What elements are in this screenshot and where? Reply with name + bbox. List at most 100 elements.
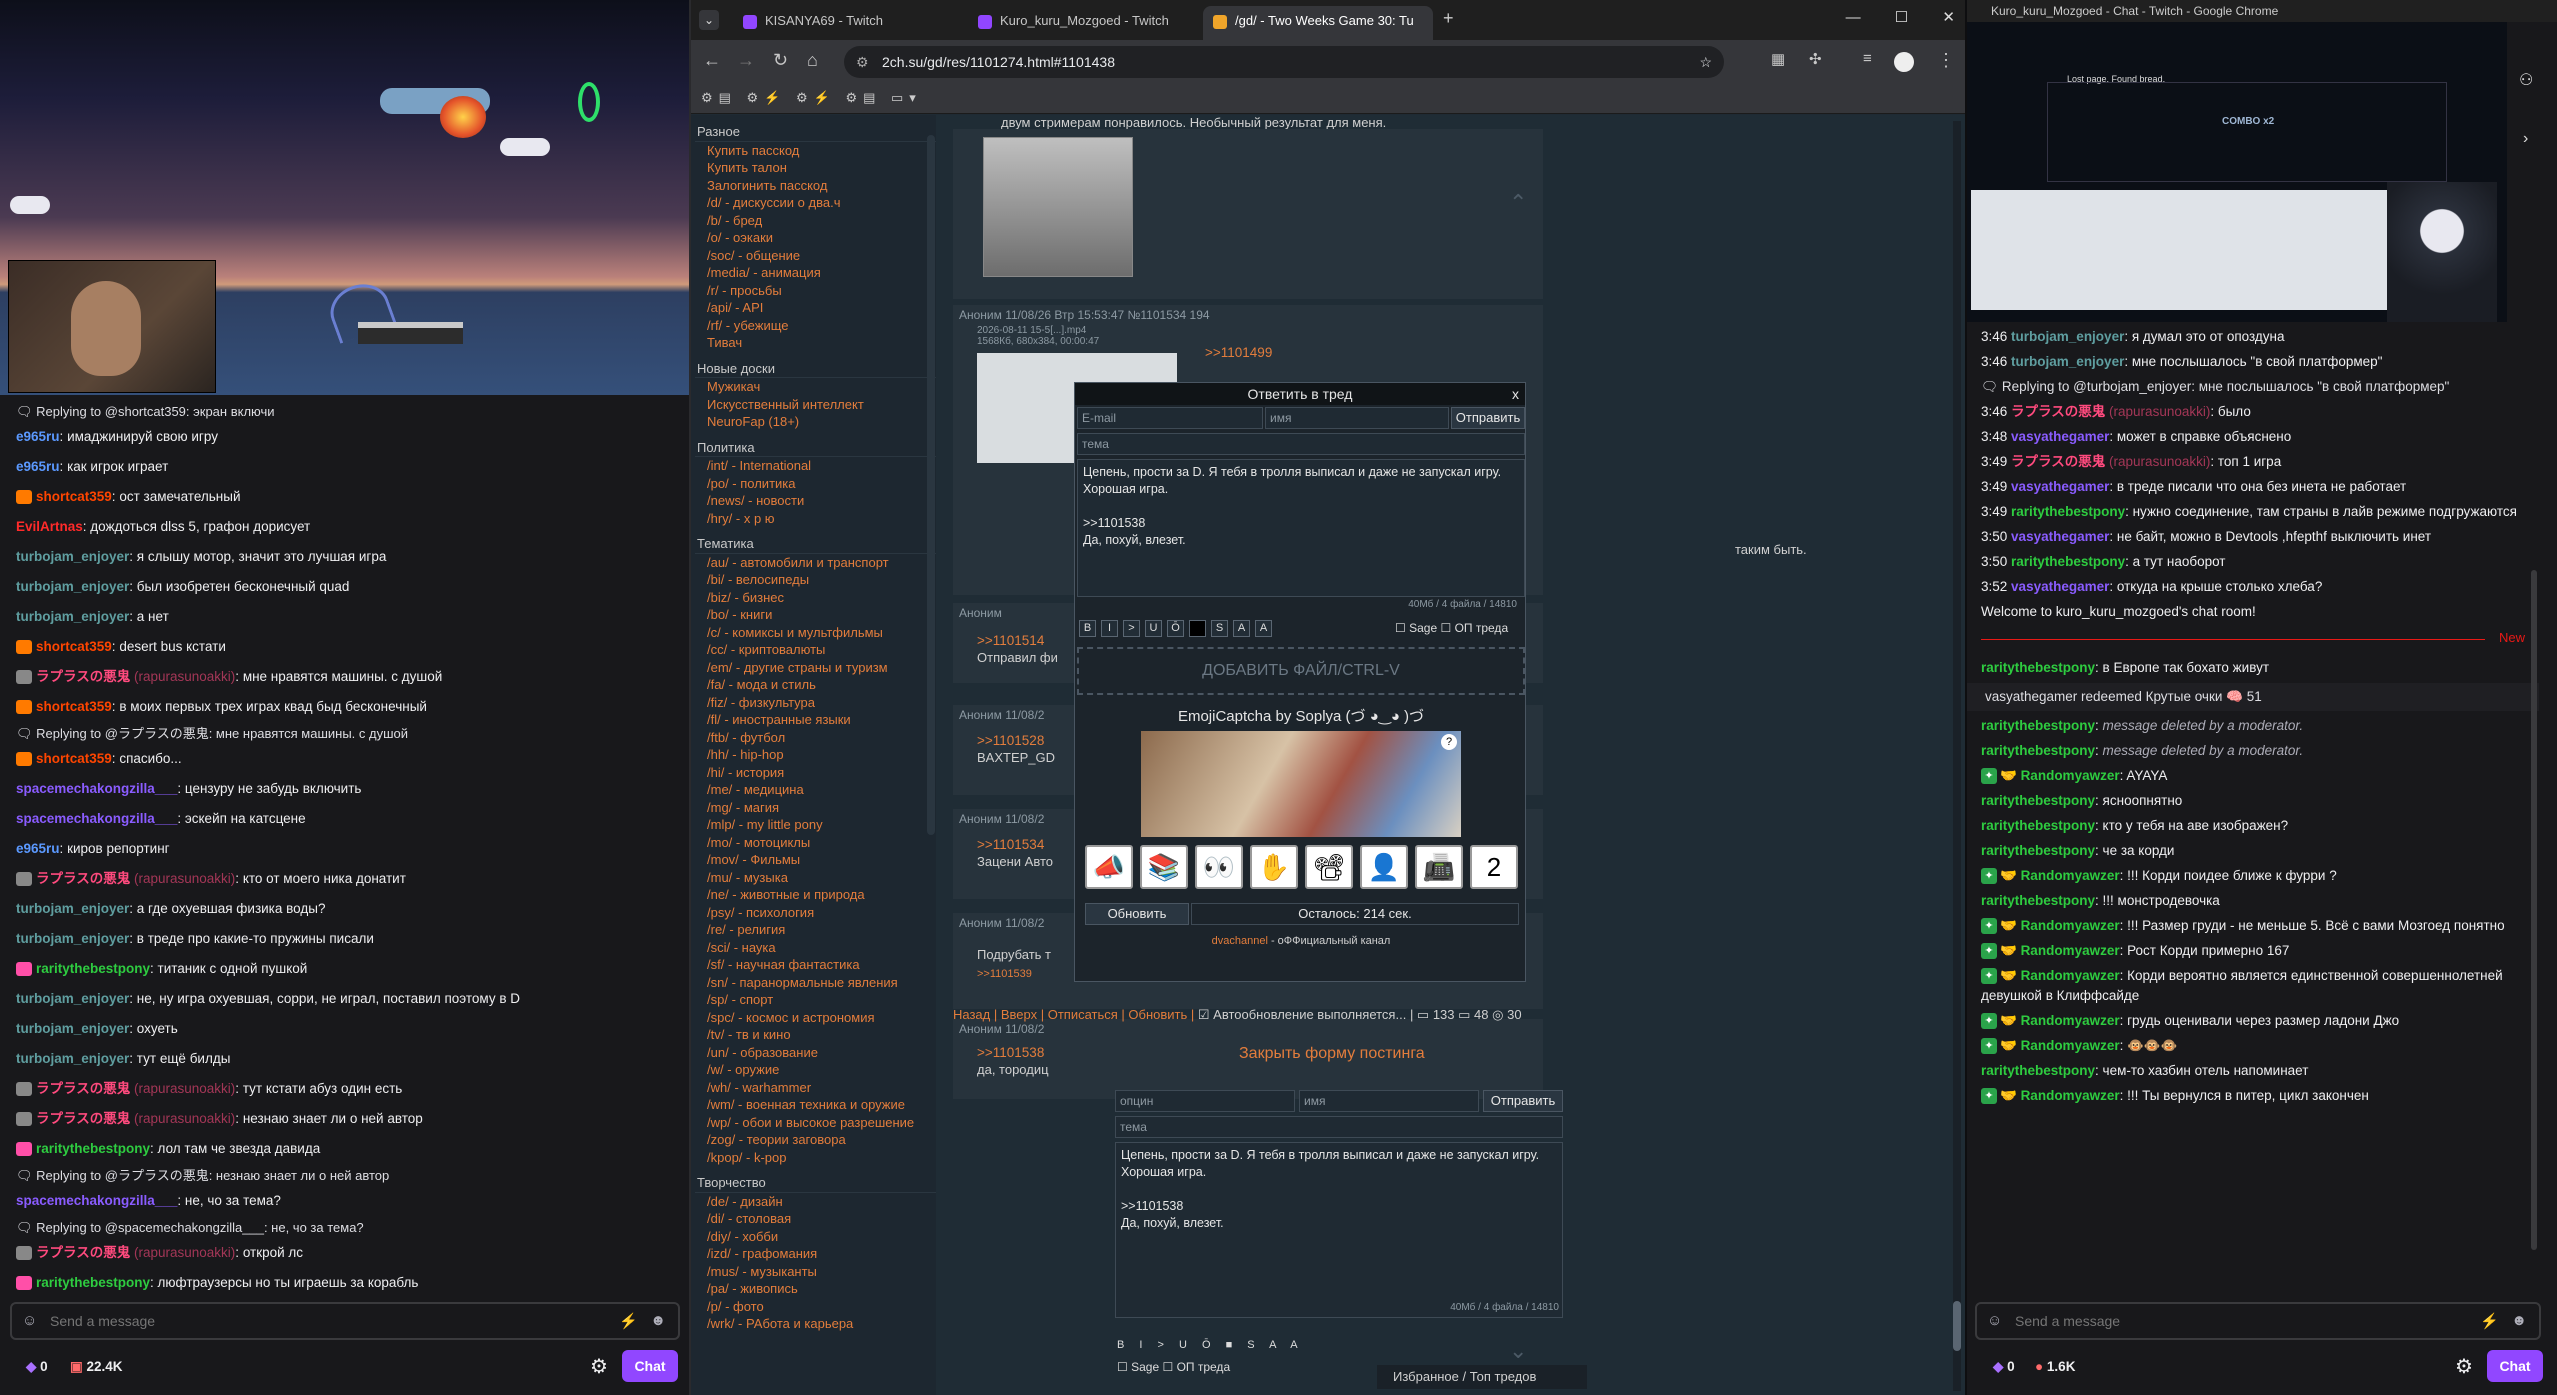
bottom-email-field[interactable]: опцин xyxy=(1115,1090,1295,1112)
chat-username[interactable]: shortcat359 xyxy=(36,639,112,654)
board-link[interactable]: /news/ - новости xyxy=(695,492,936,510)
op-checkbox[interactable]: ОП треда xyxy=(1455,621,1509,635)
chat-username[interactable]: e965ru xyxy=(16,841,60,856)
chat-username[interactable]: turbojam_enjoyer xyxy=(16,901,129,916)
board-link[interactable]: /wh/ - warhammer xyxy=(695,1079,936,1097)
board-link[interactable]: Залогинить пасскод xyxy=(695,177,936,195)
reply-context[interactable]: 🗨 Replying to @ラプラスの悪鬼: незнаю знает ли … xyxy=(0,1164,689,1186)
chat-username[interactable]: turbojam_enjoyer xyxy=(16,609,129,624)
chat-username[interactable]: Randomyawzer xyxy=(2021,868,2120,883)
board-link[interactable]: /wrk/ - РАбота и карьера xyxy=(695,1315,936,1333)
board-link[interactable]: /d/ - дискуссии о два.ч xyxy=(695,194,936,212)
close-form-link[interactable]: Закрыть форму постинга xyxy=(1239,1045,1425,1063)
chat-username[interactable]: raritythebestpony xyxy=(1981,843,2095,858)
users-icon[interactable]: ⚇ xyxy=(2519,70,2533,90)
auto-refresh-checkbox[interactable]: ☑ xyxy=(1198,1007,1213,1022)
board-link[interactable]: /fiz/ - физкультура xyxy=(695,694,936,712)
chat-input-box[interactable]: ☺ ⚡ ☻ xyxy=(10,1302,680,1340)
board-link[interactable]: /wm/ - военная техника и оружие xyxy=(695,1096,936,1114)
emote-picker-icon[interactable]: ☺ xyxy=(1987,1312,2002,1329)
bits-icon[interactable]: ⚡ xyxy=(619,1312,638,1330)
scroll-thumb[interactable] xyxy=(1953,1301,1961,1351)
scroll-up-icon[interactable]: ⌃ xyxy=(1509,190,1527,216)
chat-username[interactable]: turbojam_enjoyer xyxy=(16,549,129,564)
dvachannel-link[interactable]: dvachannel xyxy=(1212,935,1268,947)
board-link[interactable]: /sn/ - паранормальные явления xyxy=(695,974,936,992)
chat-username[interactable]: ラプラスの悪鬼 xyxy=(36,669,130,684)
sup-button[interactable]: A xyxy=(1233,620,1250,637)
chat-username[interactable]: raritythebestpony xyxy=(36,961,150,976)
chat-username[interactable]: e965ru xyxy=(16,459,60,474)
nav-refresh-link[interactable]: Обновить xyxy=(1128,1007,1187,1022)
gear-icon[interactable]: ⚙ xyxy=(2455,1354,2473,1379)
chat-input[interactable] xyxy=(50,1313,610,1329)
overline-button[interactable]: Ō xyxy=(1167,620,1184,637)
board-link[interactable]: /zog/ - теории заговора xyxy=(695,1131,936,1149)
post-image[interactable] xyxy=(983,137,1133,277)
address-bar[interactable]: ⚙ 2ch.su/gd/res/1101274.html#1101438 ☆ xyxy=(844,46,1724,78)
chat-username[interactable]: turbojam_enjoyer xyxy=(16,1051,129,1066)
emoji-icon[interactable]: ☻ xyxy=(650,1312,666,1329)
board-scrollbar[interactable] xyxy=(927,135,935,835)
italic-button[interactable]: I xyxy=(1101,620,1118,637)
help-icon[interactable]: ? xyxy=(1441,734,1457,750)
chat-input-box[interactable]: ☺ ⚡ ☻ xyxy=(1975,1302,2541,1340)
profile-avatar[interactable] xyxy=(1894,52,1914,72)
captcha-emoji-button[interactable]: ✋ xyxy=(1250,845,1298,889)
chat-username[interactable]: raritythebestpony xyxy=(2011,554,2125,569)
board-link[interactable]: NeuroFap (18+) xyxy=(695,413,936,431)
board-link[interactable]: /fl/ - иностранные языки xyxy=(695,711,936,729)
chat-username[interactable]: vasyathegamer xyxy=(2011,579,2109,594)
quote-button[interactable]: > xyxy=(1123,620,1140,637)
chat-username[interactable]: raritythebestpony xyxy=(1981,818,2095,833)
tab-gd[interactable]: /gd/ - Two Weeks Game 30: Tu xyxy=(1203,6,1433,40)
email-field[interactable]: E-mail xyxy=(1077,407,1263,429)
collapse-icon[interactable]: › xyxy=(2523,130,2528,148)
board-link[interactable]: /spc/ - космос и астрономия xyxy=(695,1009,936,1027)
bold-button[interactable]: B xyxy=(1079,620,1096,637)
board-link[interactable]: Мужикач xyxy=(695,378,936,396)
close-icon[interactable]: x xyxy=(1512,383,1519,405)
post-file[interactable]: 2026-08-11 15-5[...].mp4 xyxy=(953,325,1543,336)
reply-context[interactable]: 🗨 Replying to @turbojam_enjoyer: мне пос… xyxy=(1967,377,2539,397)
favorites-bar[interactable]: Избранное / Топ тредов xyxy=(1377,1365,1587,1389)
chat-username[interactable]: turbojam_enjoyer xyxy=(2011,354,2124,369)
page-scrollbar[interactable] xyxy=(1953,121,1961,1391)
captcha-emoji-button[interactable]: 📣 xyxy=(1085,845,1133,889)
board-link[interactable]: Купить пасскод xyxy=(695,142,936,160)
captcha-emoji-button[interactable]: 👤 xyxy=(1360,845,1408,889)
chat-username[interactable]: raritythebestpony xyxy=(36,1275,150,1290)
chat-username[interactable]: Randomyawzer xyxy=(2021,1038,2120,1053)
nav-top-link[interactable]: Вверх xyxy=(1001,1007,1037,1022)
scroll-down-icon[interactable]: ⌄ xyxy=(1509,1338,1527,1364)
board-link[interactable]: /media/ - анимация xyxy=(695,264,936,282)
chat-username[interactable]: ラプラスの悪鬼 xyxy=(36,1245,130,1260)
chat-scrollbar[interactable] xyxy=(2531,570,2537,1250)
board-link[interactable]: Искусственный интеллект xyxy=(695,396,936,414)
chat-username[interactable]: shortcat359 xyxy=(36,751,112,766)
bits-icon[interactable]: ⚡ xyxy=(2480,1312,2499,1330)
captcha-emoji-button[interactable]: 📚 xyxy=(1140,845,1188,889)
board-link[interactable]: /izd/ - графомания xyxy=(695,1245,936,1263)
board-link[interactable]: /biz/ - бизнес xyxy=(695,589,936,607)
channel-points[interactable]: ◆ 0 xyxy=(1993,1359,2015,1375)
tab-kisanya[interactable]: KISANYA69 - Twitch xyxy=(733,6,963,40)
board-link[interactable]: /sp/ - спорт xyxy=(695,991,936,1009)
board-link[interactable]: /hh/ - hip-hop xyxy=(695,746,936,764)
board-link[interactable]: /wp/ - обои и высокое разрешение xyxy=(695,1114,936,1132)
chat-button[interactable]: Chat xyxy=(2487,1350,2543,1382)
board-link[interactable]: Тивач xyxy=(695,334,936,352)
chat-username[interactable]: raritythebestpony xyxy=(1981,893,2095,908)
board-link[interactable]: /mus/ - музыканты xyxy=(695,1263,936,1281)
board-link[interactable]: /mg/ - магия xyxy=(695,799,936,817)
board-link[interactable]: /fa/ - мода и стиль xyxy=(695,676,936,694)
board-link[interactable]: /cc/ - криптовалюты xyxy=(695,641,936,659)
chat-username[interactable]: Randomyawzer xyxy=(2021,968,2120,983)
chat-username[interactable]: turbojam_enjoyer xyxy=(2011,329,2124,344)
bottom-message-textarea[interactable]: Цепень, прости за D. Я тебя в тролля вып… xyxy=(1115,1142,1563,1318)
reply-link[interactable]: >>1101499 xyxy=(1205,345,1272,360)
board-link[interactable]: /bi/ - велосипеды xyxy=(695,571,936,589)
board-link[interactable]: /soc/ - общение xyxy=(695,247,936,265)
puzzle-icon[interactable]: ✣ xyxy=(1809,50,1822,68)
chat-username[interactable]: shortcat359 xyxy=(36,489,112,504)
